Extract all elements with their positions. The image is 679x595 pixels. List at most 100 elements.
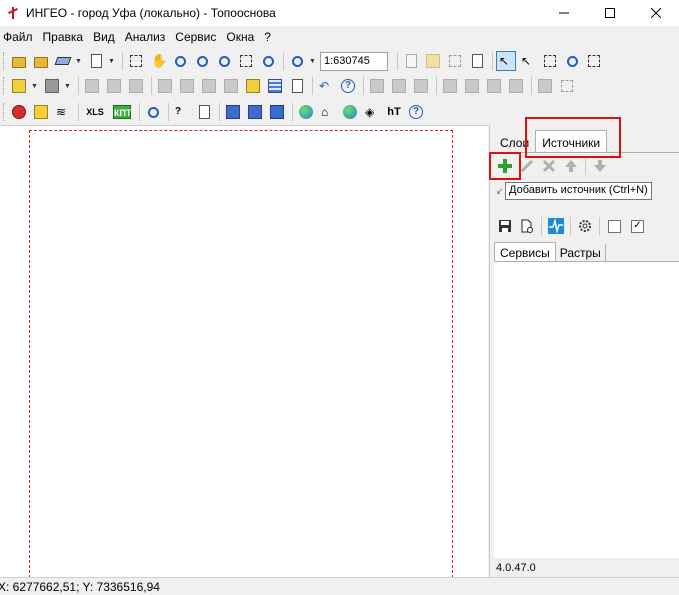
open-project-button[interactable] — [31, 51, 51, 71]
help-button[interactable]: ? — [406, 102, 426, 122]
paste-button[interactable] — [423, 51, 443, 71]
menu-view[interactable]: Вид — [88, 30, 120, 44]
preview-button[interactable] — [86, 51, 106, 71]
toolbar-grip[interactable] — [3, 52, 6, 70]
union-button[interactable] — [440, 76, 460, 96]
zoom-prev-button[interactable] — [258, 51, 278, 71]
select-plus-button[interactable]: ↖ — [518, 51, 538, 71]
measure-icon: ≋ — [56, 105, 67, 119]
select-area-button[interactable] — [584, 51, 604, 71]
menu-service[interactable]: Сервис — [170, 30, 221, 44]
add-source-tooltip: Добавить источник (Ctrl+N) — [505, 182, 652, 200]
checkbox-unchecked[interactable] — [608, 219, 621, 233]
edit-sheet-button[interactable] — [31, 102, 51, 122]
vertex-button[interactable] — [221, 76, 241, 96]
move-down-button[interactable] — [589, 156, 611, 176]
measure-button[interactable]: ≋ — [53, 102, 73, 122]
xor-button[interactable] — [506, 76, 526, 96]
menu-windows[interactable]: Окна — [221, 30, 259, 44]
move-button[interactable] — [82, 76, 102, 96]
home-button[interactable]: ⌂ — [318, 102, 338, 122]
add-point-button[interactable] — [243, 76, 263, 96]
checkbox-checked[interactable]: ✓ — [631, 219, 644, 233]
zoom-prev-icon — [262, 55, 274, 67]
settings-button[interactable] — [574, 216, 596, 236]
chevron-down-icon[interactable]: ▼ — [108, 58, 116, 65]
move-up-button[interactable] — [560, 156, 582, 176]
close-button[interactable] — [633, 0, 679, 26]
select-zoom-button[interactable] — [562, 51, 582, 71]
frame-button[interactable] — [557, 76, 577, 96]
zoom-in-button[interactable] — [170, 51, 190, 71]
table-button[interactable] — [265, 76, 285, 96]
chevron-down-icon[interactable]: ▼ — [309, 58, 317, 65]
zoom-window-button[interactable] — [214, 51, 234, 71]
comment-button[interactable] — [194, 102, 214, 122]
minimize-button[interactable] — [541, 0, 587, 26]
map-canvas[interactable] — [0, 125, 488, 578]
chevron-down-icon[interactable]: ▼ — [64, 83, 72, 90]
save-button[interactable] — [494, 216, 516, 236]
delete-source-button[interactable] — [538, 156, 560, 176]
services-list[interactable] — [494, 262, 679, 558]
select-rect-button[interactable] — [540, 51, 560, 71]
merge-button[interactable] — [199, 76, 219, 96]
route-merge-button[interactable] — [267, 102, 287, 122]
menu-file[interactable]: Файл — [0, 30, 38, 44]
scale-input[interactable] — [320, 51, 388, 71]
tab-rasters[interactable]: Растры — [556, 244, 606, 262]
route-split-button[interactable] — [245, 102, 265, 122]
intersect-button[interactable] — [462, 76, 482, 96]
maximize-button[interactable] — [587, 0, 633, 26]
sheet-border — [29, 130, 453, 578]
toolbar-grip[interactable] — [3, 103, 6, 121]
undo-button[interactable]: ↶ — [316, 76, 336, 96]
forbid-button[interactable] — [9, 102, 29, 122]
delete-object-button[interactable] — [155, 76, 175, 96]
extent-button[interactable] — [126, 51, 146, 71]
copy-button[interactable] — [401, 51, 421, 71]
pan-button[interactable]: ✋ — [148, 51, 168, 71]
difference-button[interactable] — [484, 76, 504, 96]
document-settings-button[interactable] — [516, 216, 538, 236]
query-button[interactable]: ? — [172, 102, 192, 122]
arrow-down-icon — [594, 160, 606, 172]
signal-button[interactable] — [545, 216, 567, 236]
menu-edit[interactable]: Правка — [38, 30, 89, 44]
chevron-down-icon[interactable]: ▼ — [75, 58, 83, 65]
pie-button[interactable] — [340, 102, 360, 122]
select-button[interactable]: ↖ — [496, 51, 516, 71]
export-xls-button[interactable]: XLS — [82, 102, 108, 122]
edit-object-button[interactable] — [42, 76, 62, 96]
kpt-button[interactable]: КПТ — [110, 102, 134, 122]
zoom-out-button[interactable] — [192, 51, 212, 71]
new-object-button[interactable] — [9, 76, 29, 96]
route-button[interactable] — [223, 102, 243, 122]
slash-button[interactable] — [535, 76, 555, 96]
select-rect-icon — [544, 55, 556, 67]
line-button[interactable] — [411, 76, 431, 96]
snap-button[interactable] — [367, 76, 387, 96]
copy-object-button[interactable] — [126, 76, 146, 96]
height-button[interactable]: hT — [384, 102, 404, 122]
rotate-button[interactable] — [104, 76, 124, 96]
properties-button[interactable] — [287, 76, 307, 96]
layers-button[interactable] — [53, 51, 73, 71]
tab-services[interactable]: Сервисы — [494, 242, 556, 262]
menu-help[interactable]: ? — [259, 30, 276, 44]
delete-red-button[interactable] — [389, 76, 409, 96]
route-icon — [226, 105, 240, 119]
direction-button[interactable]: ◈ — [362, 102, 382, 122]
split-button[interactable] — [177, 76, 197, 96]
filter-button[interactable] — [445, 51, 465, 71]
globe-button[interactable] — [296, 102, 316, 122]
menu-analysis[interactable]: Анализ — [120, 30, 171, 44]
scale-zoom-button[interactable] — [287, 51, 307, 71]
chevron-down-icon[interactable]: ▼ — [31, 83, 39, 90]
open-button[interactable] — [9, 51, 29, 71]
report-button[interactable] — [467, 51, 487, 71]
full-extent-button[interactable] — [236, 51, 256, 71]
toolbar-grip[interactable] — [3, 77, 6, 95]
info-button[interactable]: ? — [338, 76, 358, 96]
search-button[interactable] — [143, 102, 163, 122]
